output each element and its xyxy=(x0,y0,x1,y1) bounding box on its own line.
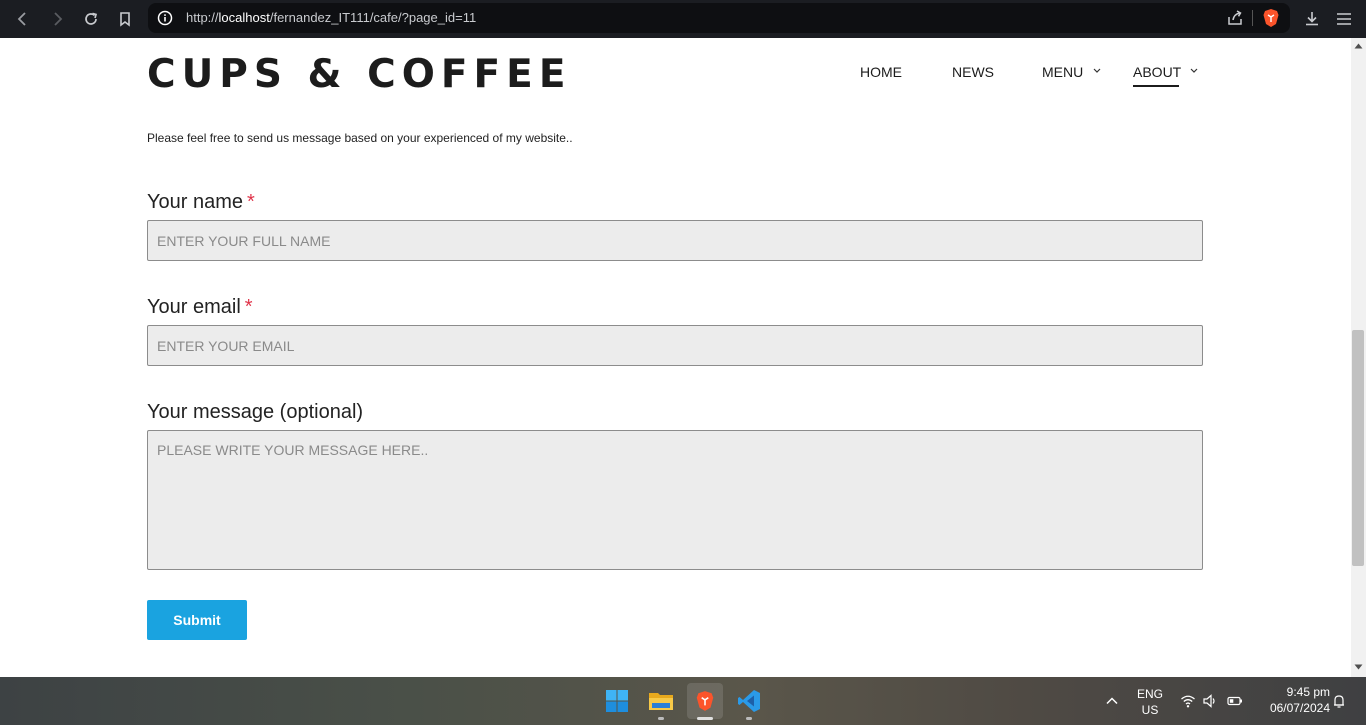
language-line2: US xyxy=(1141,703,1159,717)
reload-button[interactable] xyxy=(79,7,103,31)
page-scrollbar[interactable] xyxy=(1351,38,1366,677)
chevron-up-icon[interactable] xyxy=(1104,693,1120,709)
url-path: /fernandez_IT111/cafe/?page_id=11 xyxy=(269,10,477,25)
file-explorer-icon xyxy=(649,693,673,710)
chevron-down-icon[interactable] xyxy=(1093,68,1101,74)
running-indicator xyxy=(658,717,664,720)
site-logo[interactable]: CUPS & COFFEE xyxy=(147,52,571,97)
url-prefix: http:// xyxy=(186,10,219,25)
start-button[interactable] xyxy=(599,683,635,719)
email-field[interactable] xyxy=(147,325,1203,366)
brave-taskbar-button[interactable] xyxy=(687,683,723,719)
vscode-button[interactable] xyxy=(731,683,767,719)
start-icon xyxy=(606,690,628,712)
name-field[interactable] xyxy=(147,220,1203,261)
nav-menu[interactable]: MENU xyxy=(1042,64,1083,80)
bookmark-button[interactable] xyxy=(113,7,137,31)
language-indicator[interactable]: ENG US xyxy=(1134,687,1166,717)
taskbar: ENG US 9:45 pm 06/07/2024 xyxy=(0,677,1366,725)
notification-icon[interactable] xyxy=(1331,693,1347,709)
battery-icon[interactable] xyxy=(1227,693,1243,709)
running-indicator xyxy=(746,717,752,720)
nav-home[interactable]: HOME xyxy=(860,64,902,80)
url-text[interactable]: http://localhost/fernandez_IT111/cafe/?p… xyxy=(186,10,476,25)
brave-shields-icon[interactable] xyxy=(1262,8,1280,28)
nav-news[interactable]: NEWS xyxy=(952,64,994,80)
submit-button[interactable]: Submit xyxy=(147,600,247,640)
file-explorer-button[interactable] xyxy=(643,683,679,719)
clock[interactable]: 9:45 pm 06/07/2024 xyxy=(1254,685,1330,715)
chevron-right-icon xyxy=(54,12,63,26)
nav-about[interactable]: ABOUT xyxy=(1133,64,1181,80)
reload-icon xyxy=(85,12,98,25)
name-label: Your name * xyxy=(147,191,255,214)
language-line1: ENG xyxy=(1136,687,1163,701)
back-button[interactable] xyxy=(11,7,35,31)
menu-icon[interactable] xyxy=(1334,9,1354,29)
browser-toolbar: http://localhost/fernandez_IT111/cafe/?p… xyxy=(0,0,1366,38)
forward-button[interactable] xyxy=(45,7,69,31)
active-indicator xyxy=(697,717,713,720)
form-intro: Please feel free to send us message base… xyxy=(147,131,573,145)
chevron-left-icon xyxy=(17,12,26,26)
page-content: CUPS & COFFEE HOME NEWS MENU ABOUT Pleas… xyxy=(0,38,1351,677)
clock-date: 06/07/2024 xyxy=(1269,701,1330,715)
share-icon[interactable] xyxy=(1226,9,1244,27)
scroll-thumb[interactable] xyxy=(1352,330,1364,566)
scroll-up-icon[interactable] xyxy=(1354,43,1363,49)
nav-active-underline xyxy=(1133,85,1179,87)
bookmark-icon xyxy=(120,12,130,27)
wifi-icon[interactable] xyxy=(1180,693,1196,709)
volume-icon[interactable] xyxy=(1202,693,1218,709)
address-divider xyxy=(1252,10,1253,26)
name-label-text: Your name xyxy=(147,191,243,213)
required-mark: * xyxy=(247,191,255,213)
chevron-down-icon[interactable] xyxy=(1190,68,1198,74)
vscode-icon xyxy=(738,690,760,712)
address-bar[interactable]: http://localhost/fernandez_IT111/cafe/?p… xyxy=(148,3,1290,33)
message-label: Your message (optional) xyxy=(147,401,364,423)
email-label-text: Your email xyxy=(147,296,241,318)
message-field[interactable] xyxy=(147,430,1203,570)
brave-browser-icon xyxy=(696,691,714,711)
download-icon[interactable] xyxy=(1302,9,1322,29)
email-label: Your email * xyxy=(147,296,253,319)
url-host: localhost xyxy=(218,10,270,25)
scroll-down-icon[interactable] xyxy=(1354,664,1363,670)
required-mark: * xyxy=(244,296,253,318)
site-info-icon[interactable] xyxy=(157,10,173,26)
clock-time: 9:45 pm xyxy=(1286,685,1330,699)
